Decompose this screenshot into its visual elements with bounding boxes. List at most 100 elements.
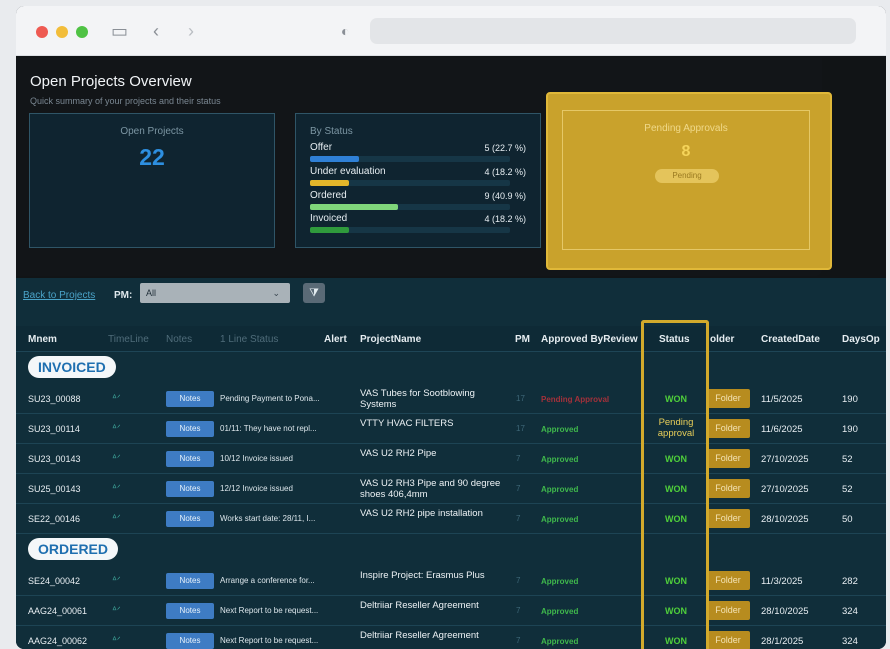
folder-button[interactable]: Folder: [706, 389, 750, 408]
table-row[interactable]: AAG24_00061 ᐞᐟ Notes Next Report to be requ…: [16, 596, 886, 626]
project-name: VAS U2 RH3 Pipe and 90 degree shoes 406,…: [360, 478, 501, 500]
col-days-open[interactable]: DaysOp: [842, 334, 886, 345]
timeline-icon[interactable]: ᐞᐟ: [112, 635, 121, 646]
col-line-status[interactable]: 1 Line Status: [220, 334, 278, 345]
col-mnem[interactable]: Mnem: [28, 334, 57, 345]
open-projects-card: Open Projects 22: [29, 113, 275, 248]
approval-status: Approved: [541, 607, 579, 616]
back-arrow-icon[interactable]: ‹: [153, 20, 159, 42]
table-row[interactable]: SU23_00114 ᐞᐟ Notes 01/11: They have not re…: [16, 414, 886, 444]
line-status: 12/12 Invoice issued: [220, 484, 293, 493]
status-bar-fill: [310, 180, 349, 186]
close-window-button[interactable]: [36, 26, 48, 38]
notes-button[interactable]: Notes: [166, 573, 214, 589]
forward-arrow-icon[interactable]: ›: [188, 20, 194, 42]
line-status: Pending Payment to Pona...: [220, 394, 320, 403]
table-row[interactable]: SE22_00146 ᐞᐟ Notes Works start date: 28/11…: [16, 504, 886, 534]
chevron-down-icon: ⌄: [272, 288, 280, 298]
minimize-window-button[interactable]: [56, 26, 68, 38]
sidebar-toggle-icon[interactable]: ▭: [111, 20, 128, 42]
timeline-icon[interactable]: ᐞᐟ: [112, 483, 121, 494]
status-value: Pending approval: [657, 417, 695, 439]
status-value: WON: [665, 606, 687, 616]
approval-status: Approved: [541, 515, 579, 524]
table-row[interactable]: SE24_00042 ᐞᐟ Notes Arrange a conference fo…: [16, 566, 886, 596]
approval-status: Approved: [541, 577, 579, 586]
notes-button[interactable]: Notes: [166, 481, 214, 497]
timeline-icon[interactable]: ᐞᐟ: [112, 393, 121, 404]
notes-button[interactable]: Notes: [166, 603, 214, 619]
col-folder[interactable]: older: [710, 334, 734, 345]
notes-button[interactable]: Notes: [166, 633, 214, 649]
group-header-invoiced[interactable]: INVOICED: [28, 356, 116, 378]
status-value: WON: [665, 394, 687, 404]
group-header-ordered[interactable]: ORDERED: [28, 538, 119, 560]
privacy-shield-icon[interactable]: ◐: [341, 20, 349, 42]
timeline-icon[interactable]: ᐞᐟ: [112, 575, 121, 586]
page-title: Open Projects Overview: [30, 73, 192, 90]
line-status: 01/11: They have not repl...: [220, 424, 317, 433]
back-to-projects-link[interactable]: Back to Projects: [23, 290, 95, 301]
status-value: WON: [665, 484, 687, 494]
timeline-icon[interactable]: ᐞᐟ: [112, 513, 121, 524]
status-label: Ordered: [310, 190, 347, 201]
days-open: 190: [842, 394, 858, 405]
notes-button[interactable]: Notes: [166, 421, 214, 437]
folder-button[interactable]: Folder: [706, 601, 750, 620]
pm-value: 7: [516, 576, 521, 585]
row-mnem: AAG24_00062: [28, 636, 88, 646]
notes-button[interactable]: Notes: [166, 391, 214, 407]
pm-value: 7: [516, 514, 521, 523]
row-mnem: SE22_00146: [28, 514, 81, 524]
col-approved-by[interactable]: Approved ByReview: [541, 334, 641, 345]
project-name: Deltriiar Reseller Agreement: [360, 600, 479, 611]
col-pm[interactable]: PM: [515, 334, 530, 345]
table-header: Mnem TimeLine Notes 1 Line Status Alert …: [16, 326, 886, 352]
address-bar[interactable]: [370, 18, 856, 44]
col-status[interactable]: Status: [659, 334, 690, 345]
pending-badge: Pending: [655, 169, 719, 183]
row-mnem: AAG24_00061: [28, 606, 88, 616]
status-value: 4 (18.2 %): [484, 214, 526, 224]
created-date: 28/1/2025: [761, 636, 804, 647]
pending-approvals-card[interactable]: Pending Approvals 8 Pending: [546, 92, 832, 270]
page-subtitle: Quick summary of your projects and their…: [30, 96, 221, 106]
col-alert[interactable]: Alert: [324, 334, 347, 345]
row-mnem: SU23_00143: [28, 454, 81, 464]
folder-button[interactable]: Folder: [706, 571, 750, 590]
created-date: 11/3/2025: [761, 576, 803, 587]
folder-button[interactable]: Folder: [706, 509, 750, 528]
timeline-icon[interactable]: ᐞᐟ: [112, 605, 121, 616]
pm-select[interactable]: All ⌄: [140, 283, 290, 303]
status-value: 5 (22.7 %): [484, 143, 526, 153]
col-notes[interactable]: Notes: [166, 334, 192, 345]
table-row[interactable]: SU23_00088 ᐞᐟ Notes Pending Payment to Pona…: [16, 384, 886, 414]
folder-button[interactable]: Folder: [706, 419, 750, 438]
notes-button[interactable]: Notes: [166, 511, 214, 527]
status-value: WON: [665, 576, 687, 586]
approval-status: Approved: [541, 637, 579, 646]
table-row[interactable]: SU25_00143 ᐞᐟ Notes 12/12 Invoice issued VAS…: [16, 474, 886, 504]
status-value: WON: [665, 636, 687, 646]
status-bar-fill: [310, 156, 359, 162]
table-row[interactable]: SU23_00143 ᐞᐟ Notes 10/12 Invoice issued VAS…: [16, 444, 886, 474]
timeline-icon[interactable]: ᐞᐟ: [112, 453, 121, 464]
col-timeline[interactable]: TimeLine: [108, 334, 149, 345]
created-date: 11/6/2025: [761, 424, 803, 435]
project-name: VAS Tubes for Sootblowing Systems: [360, 388, 475, 410]
status-value: 9 (40.9 %): [484, 191, 526, 201]
folder-button[interactable]: Folder: [706, 449, 750, 468]
folder-button[interactable]: Folder: [706, 479, 750, 498]
maximize-window-button[interactable]: [76, 26, 88, 38]
col-project-name[interactable]: ProjectName: [360, 334, 421, 345]
col-created-date[interactable]: CreatedDate: [761, 334, 820, 345]
table-row[interactable]: AAG24_00062 ᐞᐟ Notes Next Report to be requ…: [16, 626, 886, 649]
filter-icon[interactable]: ⧩: [303, 283, 325, 303]
notes-button[interactable]: Notes: [166, 451, 214, 467]
line-status: Arrange a conference for...: [220, 576, 315, 585]
folder-button[interactable]: Folder: [706, 631, 750, 649]
timeline-icon[interactable]: ᐞᐟ: [112, 423, 121, 434]
created-date: 27/10/2025: [761, 454, 809, 465]
status-value: 4 (18.2 %): [484, 167, 526, 177]
pm-value: 17: [516, 394, 525, 403]
